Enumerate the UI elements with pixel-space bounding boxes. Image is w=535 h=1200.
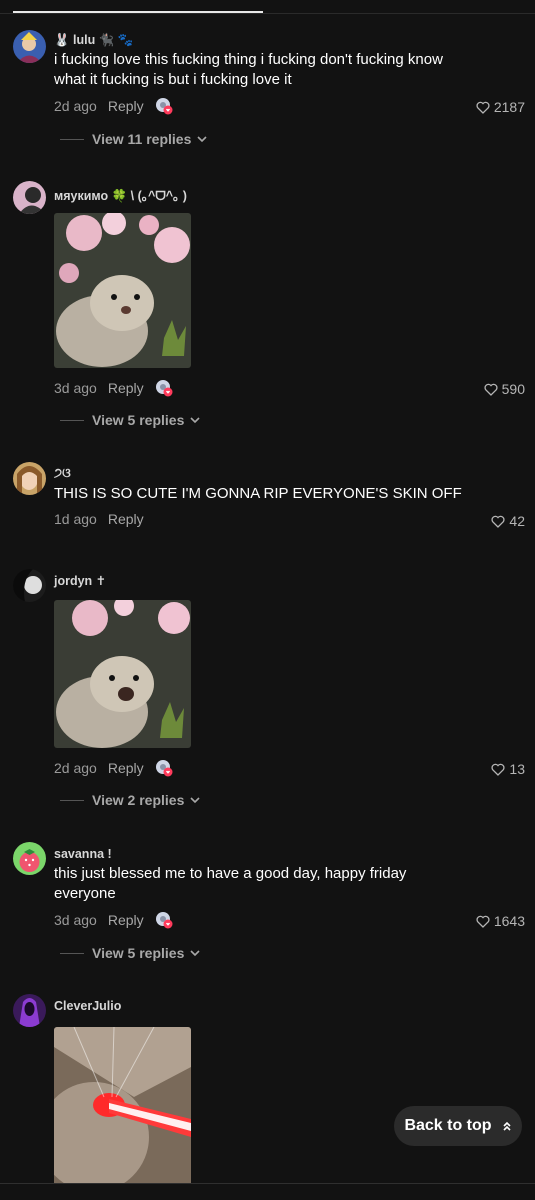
heart-icon: [476, 915, 490, 928]
chevron-down-icon: [197, 135, 207, 142]
back-to-top-label: Back to top: [404, 1117, 492, 1134]
comment-gif-hamster[interactable]: [54, 600, 191, 748]
heart-icon: [491, 515, 505, 528]
comment-meta: 3d ago Reply: [54, 379, 173, 397]
view-replies-label: View 5 replies: [92, 945, 185, 961]
comment-gif-hamster[interactable]: [54, 213, 191, 368]
view-replies-button[interactable]: View 5 replies: [60, 412, 200, 428]
heart-icon: [491, 763, 505, 776]
comment-age: 1d ago: [54, 511, 97, 527]
view-replies-label: View 11 replies: [92, 131, 192, 147]
like-button[interactable]: 1643: [476, 913, 525, 929]
heart-icon: [484, 383, 498, 396]
comment-username[interactable]: CleverJulio: [54, 999, 121, 1013]
like-count: 2187: [493, 99, 525, 115]
creator-liked-icon: [155, 759, 173, 777]
creator-liked-icon: [155, 379, 173, 397]
avatar[interactable]: [13, 994, 46, 1027]
like-button[interactable]: 13: [491, 761, 525, 777]
avatar[interactable]: [13, 569, 46, 602]
view-replies-label: View 5 replies: [92, 412, 185, 428]
like-count: 42: [509, 513, 525, 529]
view-replies-button[interactable]: View 2 replies: [60, 792, 200, 808]
reply-button[interactable]: Reply: [108, 912, 144, 928]
comment-gif-laser-hamster[interactable]: [54, 1027, 191, 1183]
comment-username[interactable]: ੭ଓ: [54, 466, 71, 481]
like-button[interactable]: 2187: [476, 99, 525, 115]
avatar[interactable]: [13, 181, 46, 214]
comment-age: 2d ago: [54, 98, 97, 114]
comment-username[interactable]: 🐰 lulu 🐈‍⬛ 🐾: [54, 33, 133, 48]
view-replies-button[interactable]: View 5 replies: [60, 945, 200, 961]
chevron-down-icon: [190, 949, 200, 956]
comment-username[interactable]: jordyn ✝: [54, 573, 106, 588]
comment-text: i fucking love this fucking thing i fuck…: [54, 51, 443, 88]
comment-meta: 1d ago Reply: [54, 511, 144, 527]
tab-divider: [0, 13, 535, 14]
like-button[interactable]: 42: [491, 513, 525, 529]
chevron-down-icon: [190, 416, 200, 423]
creator-liked-icon: [155, 911, 173, 929]
view-replies-label: View 2 replies: [92, 792, 185, 808]
avatar[interactable]: [13, 462, 46, 495]
reply-button[interactable]: Reply: [108, 511, 144, 527]
comment-username[interactable]: мяукимо 🍀 \ (｡^ᗜ^｡ ): [54, 185, 187, 204]
reply-button[interactable]: Reply: [108, 760, 144, 776]
comment-username[interactable]: savanna !: [54, 847, 112, 861]
bottom-divider: [0, 1183, 535, 1184]
comment-meta: 2d ago Reply: [54, 97, 173, 115]
comment-age: 2d ago: [54, 760, 97, 776]
comment-text: THIS IS SO CUTE I'M GONNA RIP EVERYONE'S…: [54, 485, 462, 502]
comment-text: this just blessed me to have a good day,…: [54, 865, 407, 902]
comment-meta: 3d ago Reply: [54, 911, 173, 929]
heart-icon: [476, 101, 490, 114]
like-count: 1643: [493, 913, 525, 929]
reply-button[interactable]: Reply: [108, 380, 144, 396]
avatar[interactable]: [13, 30, 46, 63]
comment-meta: 2d ago Reply: [54, 759, 173, 777]
chevron-down-icon: [190, 796, 200, 803]
reply-button[interactable]: Reply: [108, 98, 144, 114]
like-count: 590: [501, 381, 525, 397]
avatar[interactable]: [13, 842, 46, 875]
double-chevron-up-icon: [502, 1121, 511, 1131]
comment-age: 3d ago: [54, 380, 97, 396]
view-replies-button[interactable]: View 11 replies: [60, 131, 207, 147]
creator-liked-icon: [155, 97, 173, 115]
like-button[interactable]: 590: [484, 381, 525, 397]
comment-age: 3d ago: [54, 912, 97, 928]
like-count: 13: [509, 761, 525, 777]
back-to-top-button[interactable]: Back to top: [394, 1106, 522, 1146]
